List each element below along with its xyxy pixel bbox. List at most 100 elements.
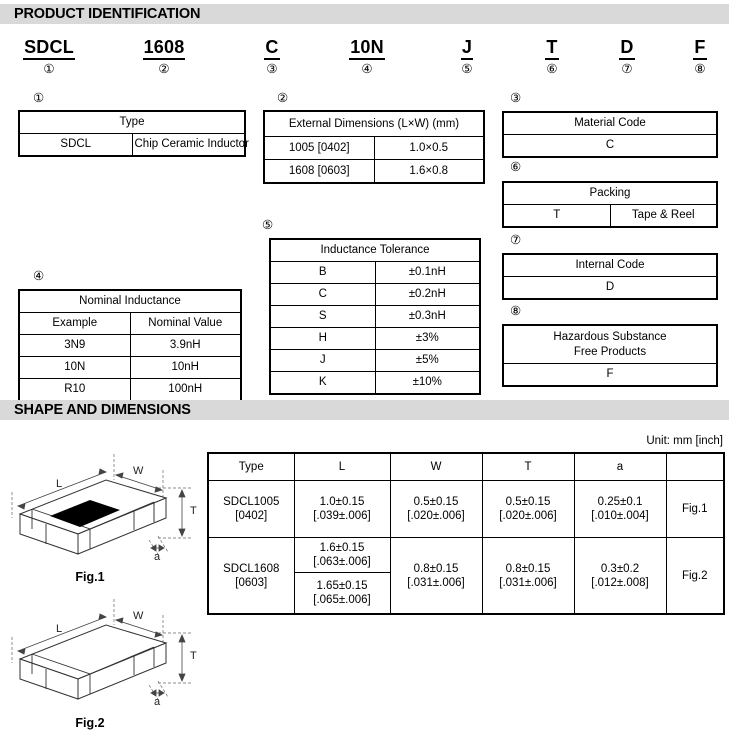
dim-col-l: L <box>293 452 391 481</box>
tolerance-code-c: C <box>269 283 376 306</box>
part-number-segment-8: F ⑧ <box>679 38 721 76</box>
tolerance-value-s: ±0.3nH <box>374 305 481 328</box>
dim-row1-a-mm: 0.25±0.1 <box>597 496 643 508</box>
table-row: D <box>502 276 718 300</box>
table-row: Internal Code <box>502 253 718 277</box>
tolerance-code-b: B <box>269 261 376 284</box>
hazardous-substance-header-line1: Hazardous Substance <box>553 330 667 343</box>
type-header: Type <box>18 110 246 134</box>
packing-code: T <box>502 204 611 228</box>
table-row: H ±3% <box>269 327 481 350</box>
dim-row2-l-a-mm: 1.6±0.15 <box>319 542 365 554</box>
part-number-code-4: 10N <box>349 38 385 60</box>
part-number-segment-1: SDCL ① <box>14 38 84 76</box>
dim-row2-t-mm: 0.8±0.15 <box>505 562 551 575</box>
nominal-inductance-example-3: R10 <box>18 378 131 402</box>
dim-row1-t-in: [.020±.006] <box>499 510 557 522</box>
dim-row1-type-line1: SDCL1005 <box>223 496 280 508</box>
nominal-inductance-subheader-value: Nominal Value <box>129 312 242 335</box>
dim-row2-l-b: 1.65±0.15 [.065±.006] <box>293 572 391 615</box>
figure-1-label-T: T <box>190 505 197 517</box>
table-row: J ±5% <box>269 349 481 372</box>
external-dimensions-header: External Dimensions (L×W) (mm) <box>263 110 485 137</box>
external-dimensions-value-1: 1.0×0.5 <box>373 136 485 160</box>
figure-2-label-T: T <box>190 650 197 662</box>
dim-row1-a: 0.25±0.1 [.010±.004] <box>573 480 667 538</box>
dim-row2-l-b-in: [.065±.006] <box>313 594 371 606</box>
part-number-code-5: J <box>460 38 474 60</box>
table-material-code: Material Code C <box>502 111 718 158</box>
part-number-marker-7: ⑦ <box>621 62 633 76</box>
table-row: S ±0.3nH <box>269 305 481 328</box>
part-number-marker-3: ③ <box>266 62 278 76</box>
figure-1-caption: Fig.1 <box>75 570 105 584</box>
table-hazardous-substance: Hazardous Substance Free Products F <box>502 324 718 387</box>
nominal-inductance-value-2: 10nH <box>129 356 242 379</box>
figure-1-drawing: L W T a <box>6 452 202 563</box>
table-marker-5: ⑤ <box>262 218 274 232</box>
part-number-segment-3: C ③ <box>250 38 294 76</box>
tolerance-value-k: ±10% <box>374 371 481 395</box>
dim-row2-t: 0.8±0.15 [.031±.006] <box>481 537 575 615</box>
hazardous-substance-header: Hazardous Substance Free Products <box>502 324 718 364</box>
dim-row2-type-line1: SDCL1608 <box>223 562 280 575</box>
dim-row2-l-a: 1.6±0.15 [.063±.006] <box>293 537 391 573</box>
nominal-inductance-value-1: 3.9nH <box>129 334 242 357</box>
table-type: Type SDCL Chip Ceramic Inductor <box>18 110 249 157</box>
table-row: C ±0.2nH <box>269 283 481 306</box>
table-inductance-tolerance: Inductance Tolerance B ±0.1nH C ±0.2nH S… <box>269 238 481 395</box>
type-code: SDCL <box>18 133 133 157</box>
chip-isometric-diagram-fig2: L W T a <box>11 599 197 708</box>
part-number-code-2: 1608 <box>142 38 186 60</box>
table-row: Inductance Tolerance <box>269 238 481 262</box>
dim-row2-t-in: [.031±.006] <box>499 576 557 589</box>
part-number-marker-4: ④ <box>361 62 373 76</box>
tolerance-code-s: S <box>269 305 376 328</box>
figure-2-drawing: L W T a <box>6 597 202 708</box>
table-row: Material Code <box>502 111 718 135</box>
dim-row1-type-line2: [0402] <box>235 510 268 522</box>
tolerance-value-b: ±0.1nH <box>374 261 481 284</box>
table-row: 3N9 3.9nH <box>18 334 242 357</box>
dim-col-t: T <box>481 452 575 481</box>
part-number-marker-6: ⑥ <box>546 62 558 76</box>
dim-row1-l-mm: 1.0±0.15 <box>319 496 365 508</box>
dim-row2-a: 0.3±0.2 [.012±.008] <box>573 537 667 615</box>
part-number-row: SDCL ① 1608 ② C ③ 10N ④ J ⑤ T ⑥ D ⑦ F ⑧ <box>0 38 729 80</box>
tolerance-value-h: ±3% <box>374 327 481 350</box>
type-description: Chip Ceramic Inductor <box>131 133 249 157</box>
part-number-code-1: SDCL <box>23 38 75 60</box>
packing-description: Tape & Reel <box>609 204 718 228</box>
dim-col-type: Type <box>207 452 295 481</box>
dim-row2-w-in: [.031±.006] <box>407 576 465 589</box>
table-row: 10N 10nH <box>18 356 242 379</box>
nominal-inductance-subheader-example: Example <box>18 312 131 335</box>
tolerance-value-c: ±0.2nH <box>374 283 481 306</box>
table-row: Nominal Inductance <box>18 289 242 313</box>
dim-row1-type: SDCL1005 [0402] <box>207 480 295 538</box>
table-row: B ±0.1nH <box>269 261 481 284</box>
table-row: 1608 [0603] 1.6×0.8 <box>263 159 485 184</box>
dim-row2-a-in: [.012±.008] <box>591 576 649 589</box>
table-marker-3: ③ <box>510 91 522 105</box>
section-title-shape-and-dimensions: SHAPE AND DIMENSIONS <box>14 402 191 418</box>
internal-code-value: D <box>502 276 718 300</box>
dim-row2-w: 0.8±0.15 [.031±.006] <box>389 537 483 615</box>
section-header-product-identification: PRODUCT IDENTIFICATION <box>0 4 729 24</box>
dim-row1-w-mm: 0.5±0.15 <box>413 496 459 508</box>
dim-row2-fig: Fig.2 <box>665 537 725 615</box>
dim-row2-type: SDCL1608 [0603] <box>207 537 295 615</box>
dim-row2-type-line2: [0603] <box>235 576 268 589</box>
chip-isometric-diagram-fig1: L W T a <box>11 454 197 563</box>
dim-col-a: a <box>573 452 667 481</box>
table-marker-8: ⑧ <box>510 304 522 318</box>
part-number-segment-5: J ⑤ <box>446 38 488 76</box>
part-number-code-6: T <box>545 38 559 60</box>
table-row: 1005 [0402] 1.0×0.5 <box>263 136 485 160</box>
nominal-inductance-example-2: 10N <box>18 356 131 379</box>
dim-row1-a-in: [.010±.004] <box>591 510 649 522</box>
table-row: Type <box>18 110 246 134</box>
table-row: R10 100nH <box>18 378 242 402</box>
tolerance-code-j: J <box>269 349 376 372</box>
dim-row1-w-in: [.020±.006] <box>407 510 465 522</box>
